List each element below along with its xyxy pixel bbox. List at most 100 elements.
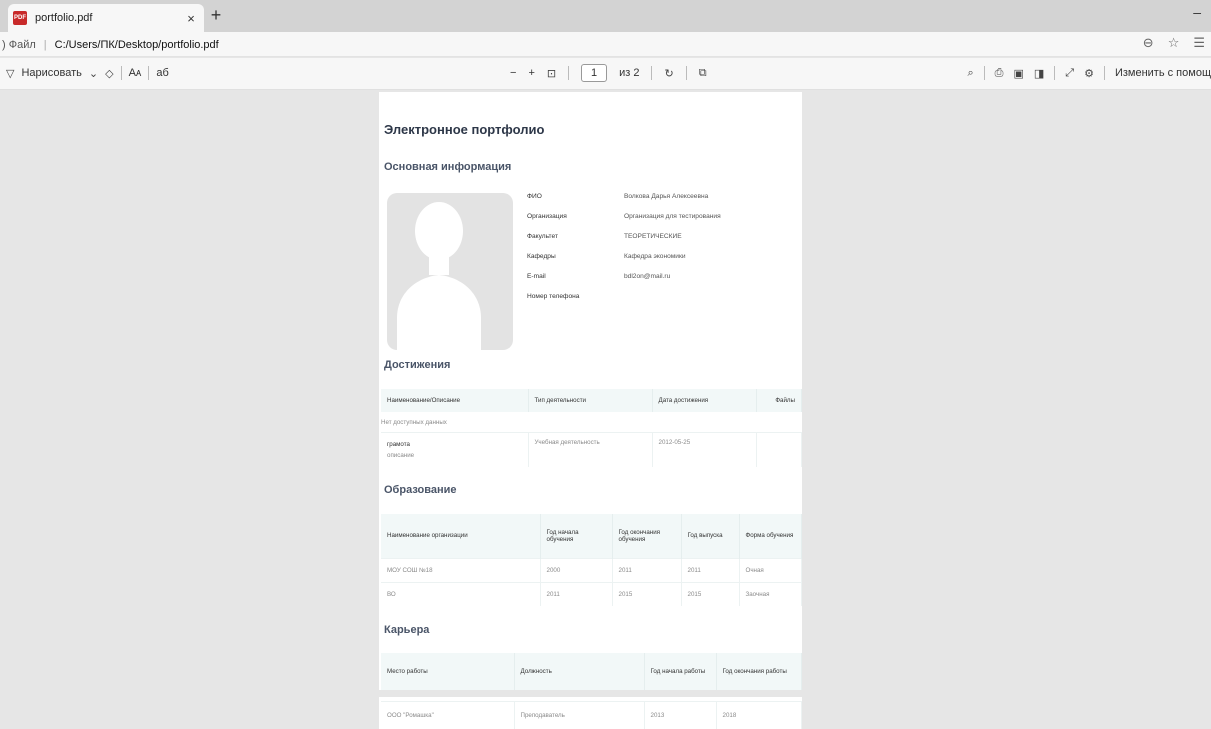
table-header: Наименование/Описание	[381, 389, 529, 412]
info-label: ФИО	[527, 193, 542, 200]
table-header: Год окончания обучения	[612, 514, 682, 558]
achievements-heading: Достижения	[384, 359, 451, 371]
info-value: Организация для тестирования	[624, 213, 721, 220]
basic-info-heading: Основная информация	[384, 161, 512, 173]
divider	[1103, 66, 1105, 80]
info-row: Организация Организация для тестирования	[527, 213, 721, 233]
info-row: Кафедры Кафедра экономики	[527, 253, 721, 273]
info-label: E-mail	[527, 273, 546, 280]
table-header-row: Наименование организации Год начала обуч…	[381, 514, 802, 558]
zoom-icon[interactable]: ⊖	[1143, 35, 1154, 51]
draw-button[interactable]: Нарисовать	[21, 67, 81, 79]
divider	[651, 66, 653, 80]
info-row: ФИО Волкова Дарья Алексеевна	[527, 193, 721, 213]
table-header: Год начала работы	[644, 653, 717, 690]
chevron-down-icon[interactable]: ⌄	[89, 67, 98, 80]
table-cell: Преподаватель	[514, 701, 645, 729]
divider	[1054, 66, 1056, 80]
info-value: Волкова Дарья Алексеевна	[624, 193, 709, 200]
achievement-name: грамота	[387, 440, 410, 448]
translate-button[interactable]: аб	[156, 67, 168, 79]
print-icon[interactable]: ⎙	[995, 67, 1004, 80]
info-label: Номер телефона	[527, 293, 580, 300]
table-row: ООО "Ромашка" Преподаватель 2013 2018	[381, 701, 802, 729]
info-row: Номер телефона	[527, 293, 721, 313]
divider	[685, 66, 687, 80]
achievements-table-body: грамота описание Учебная деятельность 20…	[381, 432, 802, 467]
career-heading: Карьера	[384, 624, 430, 636]
no-data-message: Нет доступных данных	[381, 419, 447, 426]
basic-info-list: ФИО Волкова Дарья Алексеевна Организация О…	[527, 193, 721, 313]
achievement-description: описание	[387, 451, 415, 459]
table-header: Форма обучения	[739, 514, 802, 558]
info-label: Кафедры	[527, 253, 556, 260]
table-cell	[756, 432, 802, 467]
table-header: Год выпуска	[681, 514, 740, 558]
table-cell: МОУ СОШ №18	[381, 557, 541, 582]
tab-strip: PDF portfolio.pdf × + –	[0, 0, 1211, 32]
zoom-out-button[interactable]: −	[510, 67, 516, 79]
table-header: Файлы	[756, 389, 802, 412]
edit-with-button[interactable]: Изменить с помощ	[1115, 67, 1211, 79]
table-row: ВО 2011 2015 2015 Заочная	[381, 581, 802, 606]
save-icon[interactable]: ▣	[1013, 67, 1023, 80]
new-tab-button[interactable]: +	[206, 5, 226, 25]
address-protocol: ) Файл	[2, 38, 36, 51]
career-table-continued: ООО "Ромашка" Преподаватель 2013 2018	[381, 701, 802, 729]
info-row: Факультет ТЕОРЕТИЧЕСКИЕ	[527, 233, 721, 253]
pdf-page-2: ООО "Ромашка" Преподаватель 2013 2018	[379, 697, 802, 729]
table-header-row: Место работы Должность Год начала работы…	[381, 653, 802, 690]
table-header-row: Наименование/Описание Тип деятельности Д…	[381, 389, 802, 412]
page-view-icon[interactable]: ⧉	[699, 67, 707, 80]
tab-portfolio[interactable]: PDF portfolio.pdf ×	[8, 4, 204, 32]
achievements-table: Наименование/Описание Тип деятельности Д…	[381, 389, 802, 412]
table-header: Год окончания работы	[716, 653, 802, 690]
education-heading: Образование	[384, 484, 457, 496]
info-value[interactable]: bdl2on@mail.ru	[624, 273, 670, 293]
table-cell: 2011	[612, 557, 682, 582]
zoom-in-button[interactable]: +	[528, 67, 534, 79]
favorites-list-icon[interactable]: ☰	[1193, 35, 1205, 51]
avatar	[387, 193, 513, 350]
favorite-star-icon[interactable]: ☆	[1168, 35, 1180, 51]
minimize-button[interactable]: –	[1193, 4, 1201, 20]
eraser-icon[interactable]: ◇	[105, 67, 113, 80]
table-cell: Учебная деятельность	[528, 432, 653, 467]
fit-page-icon[interactable]: ⊡	[547, 67, 556, 80]
draw-icon[interactable]: ▽	[6, 67, 14, 80]
close-tab-icon[interactable]: ×	[182, 11, 200, 26]
pdf-toolbar: ▽ Нарисовать ⌄ ◇ Aᴀ аб − + ⊡ 1 из 2 ↻ ⧉ …	[0, 58, 1211, 90]
table-cell: 2011	[681, 557, 740, 582]
settings-gear-icon[interactable]: ⚙	[1084, 67, 1094, 80]
fullscreen-icon[interactable]: ⤢	[1065, 67, 1074, 80]
address-bar: ) Файл | C:/Users/ПК/Desktop/portfolio.p…	[0, 32, 1211, 57]
read-aloud-button[interactable]: Aᴀ	[129, 67, 142, 79]
save-as-icon[interactable]: ◨	[1034, 67, 1044, 80]
search-icon[interactable]: ⌕	[967, 67, 973, 80]
tab-title: portfolio.pdf	[35, 12, 93, 24]
info-value: Кафедра экономики	[624, 253, 686, 260]
table-cell: Очная	[739, 557, 802, 582]
table-cell: грамота описание	[381, 432, 529, 467]
table-cell: 2015	[612, 581, 682, 606]
divider	[568, 66, 570, 80]
divider	[120, 66, 122, 80]
table-header: Наименование организации	[381, 514, 541, 558]
table-cell: 2011	[540, 581, 613, 606]
table-row: МОУ СОШ №18 2000 2011 2011 Очная	[381, 557, 802, 582]
page-total: из 2	[619, 67, 640, 79]
table-header: Дата достижения	[652, 389, 757, 412]
address-url-input[interactable]: C:/Users/ПК/Desktop/portfolio.pdf	[55, 39, 219, 51]
divider	[148, 66, 150, 80]
info-value: ТЕОРЕТИЧЕСКИЕ	[624, 233, 682, 240]
table-header: Место работы	[381, 653, 515, 690]
table-cell: 2000	[540, 557, 613, 582]
rotate-icon[interactable]: ↻	[664, 67, 673, 80]
pdf-file-icon: PDF	[13, 11, 27, 25]
info-row: E-mail bdl2on@mail.ru	[527, 273, 721, 293]
table-cell: 2018	[716, 701, 802, 729]
table-row: грамота описание Учебная деятельность 20…	[381, 432, 802, 467]
page-number-input[interactable]: 1	[581, 64, 608, 82]
career-table: Место работы Должность Год начала работы…	[381, 653, 802, 690]
table-cell: ООО "Ромашка"	[381, 701, 515, 729]
